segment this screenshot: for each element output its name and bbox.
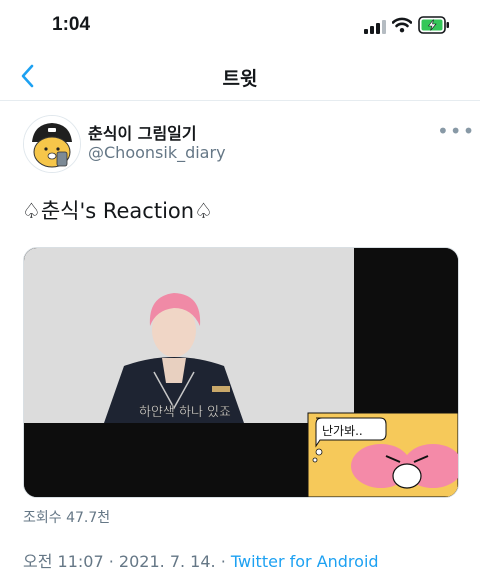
reaction-video-thumbnail: 난가봐.. 하얀색 하나 있죠 <box>24 248 458 497</box>
status-bar: 1:04 <box>0 0 480 52</box>
display-name[interactable]: 춘식이 그림일기 <box>88 120 197 144</box>
avatar[interactable] <box>23 115 81 173</box>
tweet-date: 2021. 7. 14. <box>118 552 216 571</box>
meta-separator: · <box>108 552 114 571</box>
sticker-text: 난가봐.. <box>322 424 363 438</box>
video-subtitle: 하얀색 하나 있죠 <box>139 405 231 420</box>
navigation-bar: 트윗 <box>0 52 480 101</box>
cellular-signal-icon <box>364 20 386 34</box>
user-handle[interactable]: @Choonsik_diary <box>88 143 226 162</box>
tweet-timestamp: 오전 11:07 · 2021. 7. 14. · Twitter for An… <box>23 548 379 572</box>
tweet-time: 오전 11:07 <box>23 552 104 571</box>
meta-separator: · <box>220 552 226 571</box>
more-options-icon[interactable]: ••• <box>437 119 475 143</box>
client-link[interactable]: Twitter for Android <box>231 552 379 571</box>
tweet-media[interactable]: 난가봐.. 하얀색 하나 있죠 <box>23 247 459 498</box>
tweet-text: ♤춘식's Reaction♤ <box>22 199 213 223</box>
wifi-icon <box>392 17 412 33</box>
status-time: 1:04 <box>52 14 91 35</box>
choonsik-avatar-illustration <box>24 116 80 172</box>
battery-charging-icon <box>418 16 449 34</box>
page-title: 트윗 <box>222 68 258 90</box>
view-count: 조회수 47.7천 <box>23 510 111 526</box>
